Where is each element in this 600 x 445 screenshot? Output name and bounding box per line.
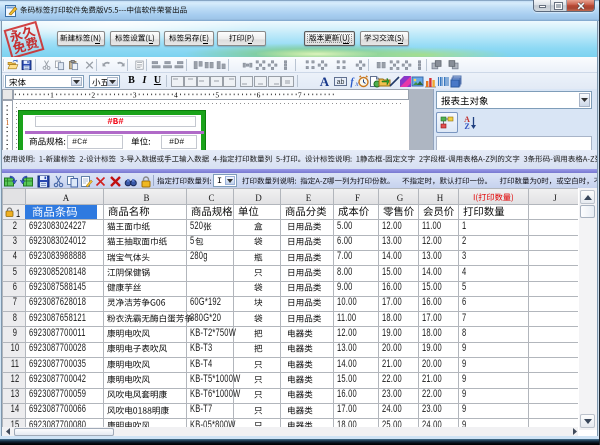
svg-text:2: 2 <box>91 91 95 100</box>
svg-text:1: 1 <box>50 91 54 100</box>
svg-text:5: 5 <box>215 91 219 100</box>
svg-text:7: 7 <box>298 91 302 100</box>
svg-text:3: 3 <box>133 91 137 100</box>
svg-text:4: 4 <box>174 91 178 100</box>
svg-text:1: 1 <box>6 118 10 127</box>
svg-text:ab: ab <box>337 79 345 86</box>
svg-text:Z: Z <box>464 122 469 130</box>
svg-text:6: 6 <box>257 91 261 100</box>
svg-text:A: A <box>320 75 330 88</box>
